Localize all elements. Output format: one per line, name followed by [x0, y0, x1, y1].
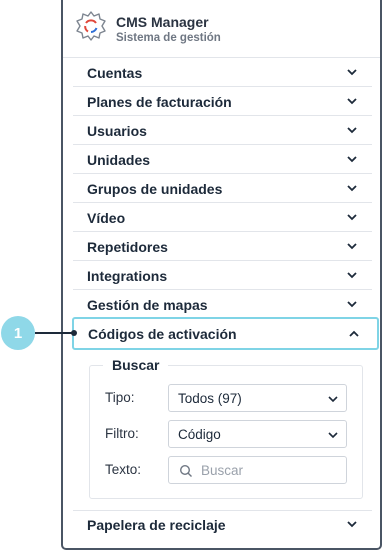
menu-item-gestion-de-mapas[interactable]: Gestión de mapas — [73, 290, 372, 319]
chevron-down-icon — [347, 214, 357, 221]
menu-item-label: Integrations — [87, 268, 168, 284]
callout-badge: 1 — [1, 316, 35, 350]
menu-item-label: Unidades — [87, 152, 151, 168]
chevron-down-icon — [347, 185, 357, 192]
app-title: CMS Manager — [116, 14, 209, 30]
menu-item-codigos-de-activacion[interactable]: Códigos de activación — [72, 317, 379, 350]
sidebar-panel: CMS Manager Sistema de gestión Cuentas P… — [61, 0, 382, 550]
callout-line — [35, 332, 73, 334]
chevron-down-icon — [347, 272, 357, 279]
filtro-label: Filtro: — [105, 426, 139, 441]
menu-item-grupos-de-unidades[interactable]: Grupos de unidades — [73, 174, 372, 203]
chevron-down-icon — [328, 432, 338, 439]
sidebar-header: CMS Manager Sistema de gestión — [63, 0, 380, 58]
menu-item-label: Cuentas — [87, 65, 143, 81]
chevron-down-icon — [347, 69, 357, 76]
tipo-label: Tipo: — [105, 390, 135, 405]
chevron-down-icon — [347, 156, 357, 163]
menu-item-video[interactable]: Vídeo — [73, 203, 372, 232]
menu-item-label: Grupos de unidades — [87, 181, 223, 197]
filtro-select[interactable]: Código — [168, 420, 347, 448]
menu-item-planes-de-facturacion[interactable]: Planes de facturación — [73, 87, 372, 116]
texto-label: Texto: — [105, 462, 142, 477]
menu-item-usuarios[interactable]: Usuarios — [73, 116, 372, 145]
filtro-select-value: Código — [178, 427, 221, 442]
chevron-down-icon — [347, 521, 357, 528]
chevron-down-icon — [347, 301, 357, 308]
gear-logo-icon — [76, 11, 106, 41]
app-subtitle: Sistema de gestión — [116, 32, 221, 44]
texto-search-input[interactable]: Buscar — [168, 456, 347, 484]
menu-item-label: Papelera de reciclaje — [87, 517, 226, 533]
tipo-select-value: Todos (97) — [178, 391, 242, 406]
menu-item-unidades[interactable]: Unidades — [73, 145, 372, 174]
menu-item-integrations[interactable]: Integrations — [73, 261, 372, 290]
chevron-up-icon — [349, 330, 359, 337]
menu-item-repetidores[interactable]: Repetidores — [73, 232, 372, 261]
callout-dot — [71, 330, 77, 336]
search-legend: Buscar — [103, 357, 169, 373]
menu-item-label: Gestión de mapas — [87, 297, 208, 313]
menu-item-label: Códigos de activación — [88, 326, 237, 342]
chevron-down-icon — [347, 127, 357, 134]
menu-item-cuentas[interactable]: Cuentas — [73, 58, 372, 87]
menu-item-papelera-de-reciclaje[interactable]: Papelera de reciclaje — [73, 510, 372, 539]
chevron-down-icon — [347, 243, 357, 250]
menu-item-label: Usuarios — [87, 123, 147, 139]
chevron-down-icon — [347, 98, 357, 105]
chevron-down-icon — [328, 396, 338, 403]
search-icon — [179, 464, 192, 477]
tipo-select[interactable]: Todos (97) — [168, 384, 347, 412]
menu-item-label: Repetidores — [87, 239, 168, 255]
menu-item-label: Vídeo — [87, 210, 126, 226]
search-placeholder: Buscar — [201, 463, 244, 478]
menu-item-label: Planes de facturación — [87, 94, 232, 110]
